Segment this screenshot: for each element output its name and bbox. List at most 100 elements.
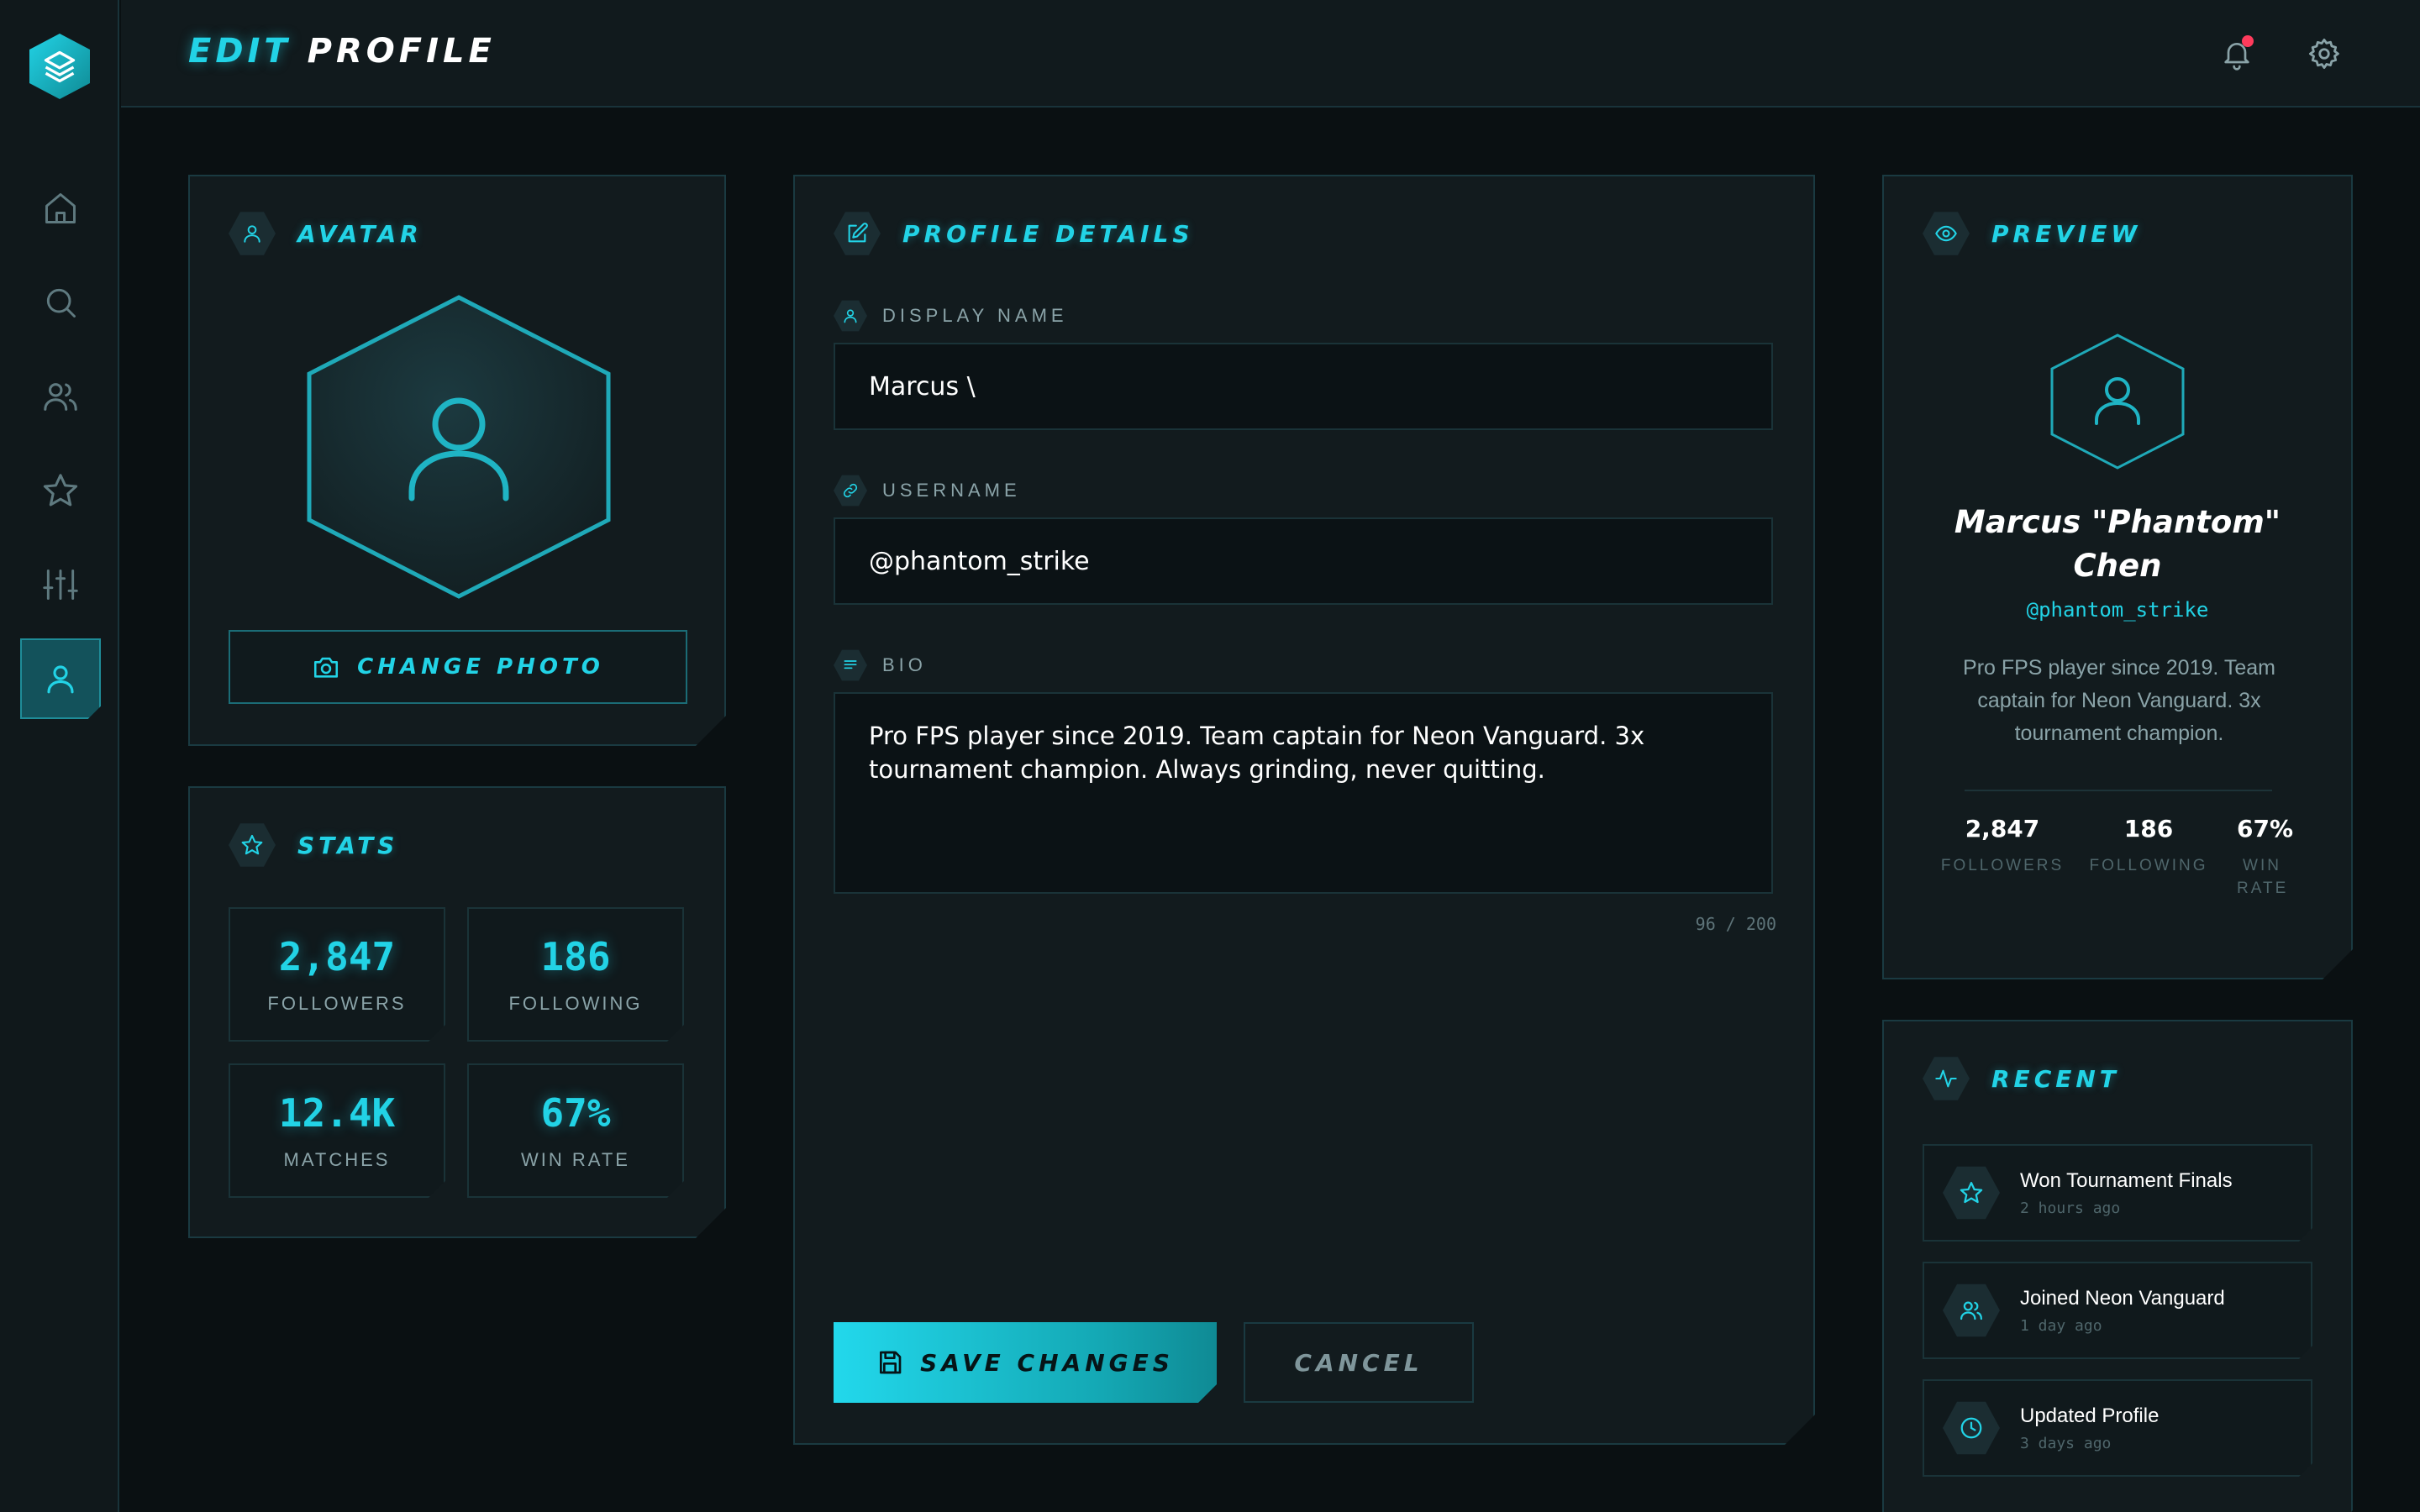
change-photo-button[interactable]: CHANGE PHOTO [229, 630, 687, 704]
stats-panel-title: STATS [297, 831, 399, 859]
app-logo[interactable] [25, 32, 94, 101]
preview-panel: PREVIEW Marcus "Phantom" Chen @phantom_s… [1882, 175, 2353, 979]
notification-dot [2242, 35, 2254, 47]
nav-profile[interactable] [20, 638, 101, 719]
nav-home[interactable] [20, 168, 101, 249]
recent-item[interactable]: Joined Neon Vanguard 1 day ago [1923, 1262, 2312, 1359]
nav-search[interactable] [20, 262, 101, 343]
recent-item-badge [1943, 1282, 2000, 1339]
recent-item-title: Joined Neon Vanguard [2020, 1286, 2225, 1310]
profile-details-panel: PROFILE DETAILS DISPLAY NAME Marcus \ US… [793, 175, 1815, 1445]
nav-users[interactable] [20, 356, 101, 437]
page-title: EDIT PROFILE [188, 32, 496, 71]
preview-stat-win-rate: 67% WIN RATE [2237, 815, 2287, 900]
star-icon [43, 474, 78, 507]
user-icon [842, 307, 859, 324]
sidebar [0, 0, 119, 1512]
page-title-rest: PROFILE [307, 32, 496, 71]
stat-card-followers: 2,847 FOLLOWERS [229, 907, 445, 1042]
clock-icon [1959, 1415, 1984, 1441]
nav-settings-sliders[interactable] [20, 544, 101, 625]
preview-stat-label: WIN RATE [2237, 857, 2289, 897]
stat-value: 12.4K [278, 1090, 396, 1136]
stats-badge [229, 822, 276, 869]
user-icon [47, 665, 74, 694]
stat-label: WIN RATE [521, 1149, 630, 1170]
preview-panel-title: PREVIEW [1991, 219, 2142, 248]
stat-value: 2,847 [278, 934, 396, 979]
preview-stat-value: 2,847 [1965, 815, 2040, 843]
display-name-input[interactable]: Marcus \ [834, 343, 1773, 430]
username-label: USERNAME [834, 474, 1021, 507]
text-lines-icon [842, 657, 859, 674]
preview-badge [1923, 210, 1970, 257]
avatar-panel: AVATAR CHANGE PHOTO [188, 175, 726, 746]
layers-icon [44, 50, 76, 83]
stats-panel: STATS 2,847 FOLLOWERS 186 FOLLOWING 12.4… [188, 786, 726, 1238]
change-photo-label: CHANGE PHOTO [357, 654, 604, 680]
preview-stat-label: FOLLOWERS [1940, 857, 2065, 874]
eye-icon [1934, 222, 1958, 245]
preview-stat-followers: 2,847 FOLLOWERS [1939, 815, 2065, 877]
recent-panel-title: RECENT [1991, 1064, 2120, 1093]
settings-button[interactable] [2302, 32, 2346, 76]
sliders-icon [43, 570, 78, 600]
recent-item[interactable]: Won Tournament Finals 2 hours ago [1923, 1144, 2312, 1242]
avatar-panel-header: AVATAR [229, 210, 423, 257]
avatar-image[interactable] [306, 294, 612, 600]
star-icon [240, 833, 264, 857]
bio-char-count: 96 / 200 [1695, 914, 1776, 934]
edit-icon [845, 222, 869, 245]
recent-item-text: Joined Neon Vanguard 1 day ago [2020, 1287, 2225, 1335]
stat-card-following: 186 FOLLOWING [467, 907, 684, 1042]
preview-avatar [2049, 333, 2186, 470]
top-header: EDIT PROFILE [121, 0, 2420, 108]
avatar-badge [229, 210, 276, 257]
search-icon [46, 288, 76, 318]
display-name-label-text: DISPLAY NAME [882, 305, 1068, 326]
stat-value: 186 [540, 934, 611, 979]
bio-badge [834, 648, 867, 682]
recent-item-title: Updated Profile [2020, 1404, 2160, 1427]
recent-badge [1923, 1055, 1970, 1102]
preview-stat-following: 186 FOLLOWING [2086, 815, 2212, 877]
star-icon [1959, 1180, 1984, 1205]
preview-bio: Pro FPS player since 2019. Team captain … [1963, 656, 2275, 745]
page-title-accent: EDIT [188, 32, 292, 71]
username-label-text: USERNAME [882, 480, 1021, 501]
users-icon [1959, 1298, 1984, 1323]
activity-icon [1934, 1067, 1958, 1090]
users-icon [44, 383, 77, 411]
username-input[interactable]: @phantom_strike [834, 517, 1773, 605]
recent-item-badge [1943, 1164, 2000, 1221]
bio-label: BIO [834, 648, 927, 682]
cancel-label: CANCEL [1294, 1348, 1423, 1377]
profile-details-badge [834, 210, 881, 257]
notifications-button[interactable] [2215, 32, 2259, 76]
display-name-label: DISPLAY NAME [834, 299, 1068, 333]
preview-panel-header: PREVIEW [1923, 210, 2141, 257]
display-name-badge [834, 299, 867, 333]
avatar-panel-title: AVATAR [297, 219, 423, 248]
bio-textarea[interactable]: Pro FPS player since 2019. Team captain … [834, 692, 1773, 894]
gear-icon [2308, 38, 2339, 70]
nav-favorites[interactable] [20, 450, 101, 531]
save-changes-button[interactable]: SAVE CHANGES [834, 1322, 1217, 1403]
recent-panel-header: RECENT [1923, 1055, 2120, 1102]
recent-item-title: Won Tournament Finals [2020, 1168, 2233, 1192]
cancel-button[interactable]: CANCEL [1244, 1322, 1474, 1403]
recent-item-time: 2 hours ago [2020, 1199, 2121, 1217]
recent-panel: RECENT Won Tournament Finals 2 hours ago [1882, 1020, 2353, 1512]
save-changes-label: SAVE CHANGES [920, 1348, 1174, 1377]
recent-item-text: Updated Profile 3 days ago [2020, 1404, 2159, 1452]
app-root: EDIT PROFILE AVATAR CHANGE PHOTO STATS 2… [0, 0, 2420, 1512]
bio-label-text: BIO [882, 654, 927, 675]
home-icon [45, 193, 76, 223]
stat-label: FOLLOWERS [267, 993, 407, 1014]
stat-label: MATCHES [283, 1149, 391, 1170]
profile-details-header: PROFILE DETAILS [834, 210, 1194, 257]
preview-divider [1965, 790, 2272, 791]
preview-display-name: Marcus "Phantom" Chen [1954, 504, 2281, 584]
profile-details-title: PROFILE DETAILS [902, 219, 1194, 248]
recent-item[interactable]: Updated Profile 3 days ago [1923, 1379, 2312, 1477]
